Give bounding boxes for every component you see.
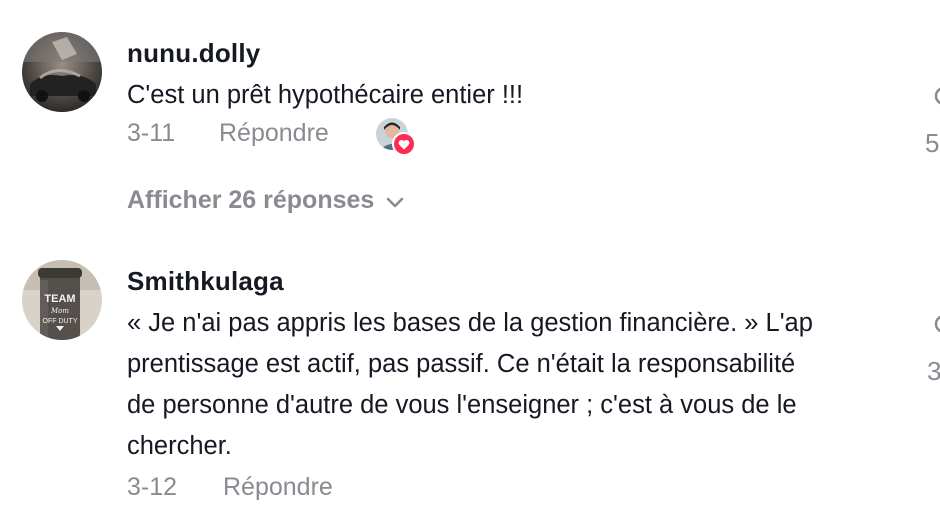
comment-text-line: « Je n'ai pas appris les bases de la ges…: [127, 309, 813, 337]
username[interactable]: nunu.dolly: [127, 38, 260, 69]
comment-item: TEAM Mom OFF DUTY Smithkulaga « Je n'ai …: [0, 250, 940, 512]
comment-text: C'est un prêt hypothécaire entier !!!: [127, 81, 524, 109]
svg-text:Mom: Mom: [50, 307, 69, 315]
like-count: 3: [927, 356, 940, 386]
like-heart-icon[interactable]: [932, 84, 940, 108]
reply-button[interactable]: Répondre: [219, 119, 329, 148]
svg-text:OFF DUTY: OFF DUTY: [43, 318, 78, 325]
team-mom-tumbler-avatar-icon: TEAM Mom OFF DUTY: [22, 260, 102, 340]
view-replies-button[interactable]: Afficher 26 réponses: [127, 186, 404, 216]
view-replies-label: Afficher 26 réponses: [127, 186, 375, 214]
comment-text-line: prentissage est actif, pas passif. Ce n'…: [127, 350, 796, 378]
reply-button[interactable]: Répondre: [223, 473, 333, 502]
comment-text-line: chercher.: [127, 432, 232, 460]
avatar[interactable]: TEAM Mom OFF DUTY: [22, 260, 102, 340]
username[interactable]: Smithkulaga: [127, 266, 284, 297]
comment-date: 3-11: [127, 119, 176, 147]
comment-meta: 3-12 Répondre: [127, 473, 427, 505]
comment-text-line: de personne d'autre de vous l'enseigner …: [127, 391, 797, 419]
heart-icon: [392, 132, 416, 156]
chevron-down-icon: [386, 187, 404, 216]
dark-car-avatar-icon: [22, 32, 102, 112]
comment-text: « Je n'ai pas appris les bases de la ges…: [127, 303, 907, 467]
comment-item: nunu.dolly C'est un prêt hypothécaire en…: [0, 0, 940, 180]
comment-date: 3-12: [127, 473, 178, 501]
like-heart-icon[interactable]: [932, 312, 940, 336]
liked-by-creator-badge: [376, 118, 416, 156]
avatar[interactable]: [22, 32, 102, 112]
svg-text:TEAM: TEAM: [44, 293, 75, 305]
like-count: 5: [925, 128, 940, 158]
